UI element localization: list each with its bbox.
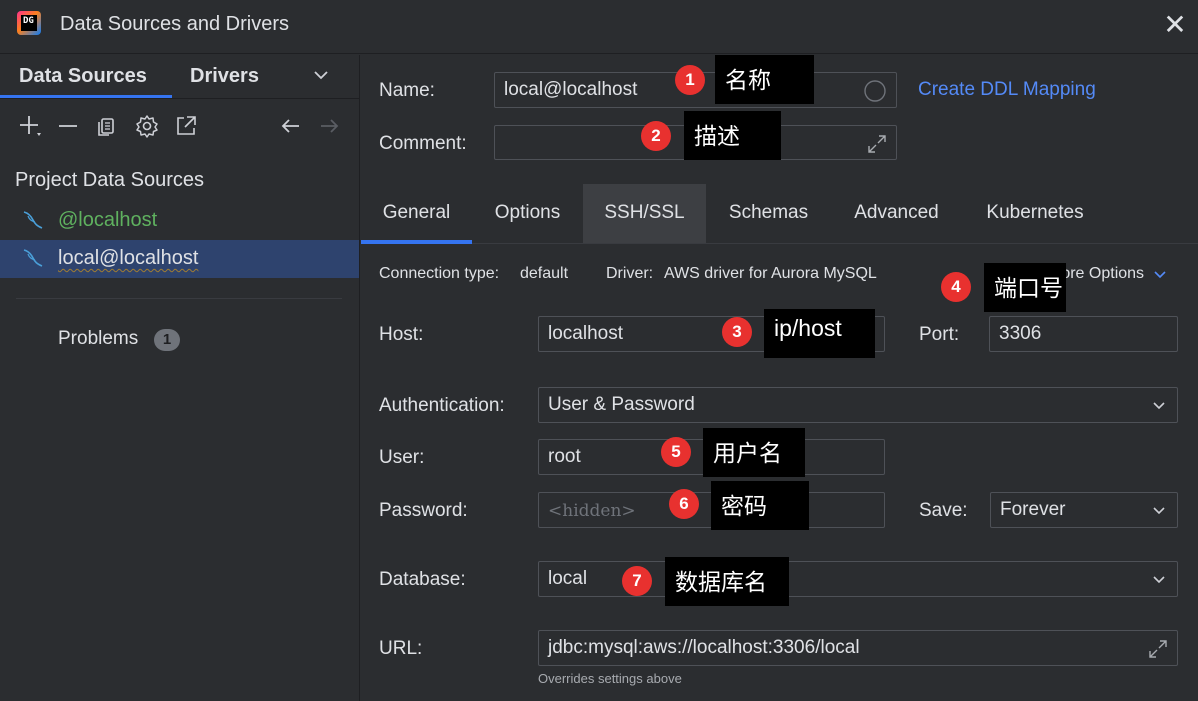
authentication-select[interactable]: User & Password bbox=[538, 387, 1178, 423]
color-picker-icon[interactable] bbox=[863, 79, 887, 109]
save-select[interactable]: Forever bbox=[990, 492, 1178, 528]
port-field[interactable]: 3306 bbox=[989, 316, 1178, 352]
chevron-down-icon[interactable] bbox=[311, 65, 331, 90]
url-hint: Overrides settings above bbox=[538, 671, 682, 686]
remove-icon[interactable] bbox=[55, 113, 81, 139]
data-source-item[interactable]: @localhost bbox=[0, 202, 359, 240]
annotation-label: 端口号 bbox=[984, 263, 1066, 312]
chevron-down-icon bbox=[1151, 568, 1167, 595]
mysql-icon bbox=[22, 210, 44, 230]
left-panel: Data Sources Drivers Project Data Source… bbox=[0, 55, 360, 701]
problems-count-badge: 1 bbox=[154, 329, 180, 351]
tab-bar: General Options SSH/SSL Schemas Advanced… bbox=[361, 184, 1198, 244]
title-bar: DG Data Sources and Drivers ✕ bbox=[0, 0, 1198, 54]
tab-options[interactable]: Options bbox=[472, 184, 583, 243]
host-label: Host: bbox=[379, 324, 424, 345]
copy-icon[interactable] bbox=[94, 113, 120, 139]
annotation-marker: 3 bbox=[722, 317, 752, 347]
annotation-marker: 2 bbox=[641, 121, 671, 151]
authentication-label: Authentication: bbox=[379, 395, 505, 416]
user-value: root bbox=[548, 446, 581, 467]
close-icon[interactable]: ✕ bbox=[1162, 10, 1188, 40]
database-label: Database: bbox=[379, 569, 466, 590]
tab-advanced[interactable]: Advanced bbox=[831, 184, 962, 243]
tab-general[interactable]: General bbox=[361, 184, 472, 243]
settings-icon[interactable] bbox=[134, 113, 160, 139]
expand-icon[interactable] bbox=[866, 133, 888, 155]
data-source-label: @localhost bbox=[58, 209, 158, 231]
tab-drivers[interactable]: Drivers bbox=[190, 65, 259, 88]
name-value: local@localhost bbox=[504, 79, 638, 100]
expand-icon[interactable] bbox=[1147, 638, 1169, 660]
annotation-label: 用户名 bbox=[703, 428, 805, 477]
annotation-marker: 7 bbox=[622, 566, 652, 596]
annotation-marker: 4 bbox=[941, 272, 971, 302]
data-source-label: local@localhost bbox=[58, 247, 199, 269]
chevron-down-icon bbox=[1153, 271, 1166, 278]
tab-ssh-ssl[interactable]: SSH/SSL bbox=[583, 184, 706, 243]
url-field[interactable]: jdbc:mysql:aws://localhost:3306/local bbox=[538, 630, 1178, 666]
driver-link[interactable]: AWS driver for Aurora MySQL bbox=[664, 265, 877, 283]
name-label: Name: bbox=[379, 80, 435, 101]
back-arrow-icon[interactable] bbox=[278, 113, 304, 139]
annotation-label: 密码 bbox=[711, 481, 809, 530]
annotation-marker: 1 bbox=[675, 65, 705, 95]
forward-arrow-icon bbox=[316, 113, 342, 139]
tab-kubernetes[interactable]: Kubernetes bbox=[962, 184, 1108, 243]
annotation-label: 数据库名 bbox=[665, 557, 789, 606]
annotation-label: 描述 bbox=[684, 111, 781, 160]
connection-type-link[interactable]: default bbox=[520, 265, 568, 283]
divider bbox=[16, 298, 342, 299]
tab-schemas[interactable]: Schemas bbox=[706, 184, 831, 243]
mysql-icon bbox=[22, 248, 44, 268]
connection-type-label: Connection type: bbox=[379, 265, 500, 282]
window-title: Data Sources and Drivers bbox=[60, 13, 289, 35]
port-value: 3306 bbox=[999, 323, 1042, 344]
save-label: Save: bbox=[919, 500, 968, 521]
create-ddl-mapping-link[interactable]: Create DDL Mapping bbox=[918, 79, 1096, 101]
add-icon[interactable] bbox=[17, 113, 43, 139]
comment-label: Comment: bbox=[379, 133, 467, 154]
host-value: localhost bbox=[548, 323, 623, 344]
tab-data-sources[interactable]: Data Sources bbox=[19, 65, 147, 88]
chevron-down-icon bbox=[1151, 394, 1167, 421]
problems-link[interactable]: Problems bbox=[58, 328, 138, 350]
url-label: URL: bbox=[379, 638, 423, 659]
data-source-item-selected[interactable]: local@localhost bbox=[0, 240, 359, 278]
annotation-label: 名称 bbox=[715, 55, 814, 104]
app-icon: DG bbox=[17, 11, 41, 35]
password-placeholder: <hidden> bbox=[548, 501, 636, 521]
authentication-value: User & Password bbox=[548, 394, 695, 415]
export-icon[interactable] bbox=[173, 113, 199, 139]
annotation-label: ip/host bbox=[764, 309, 875, 358]
annotation-marker: 6 bbox=[669, 489, 699, 519]
active-tab-indicator bbox=[361, 240, 472, 244]
database-value: local bbox=[548, 568, 588, 589]
password-label: Password: bbox=[379, 500, 468, 521]
section-title: Project Data Sources bbox=[15, 169, 204, 191]
save-value: Forever bbox=[1000, 499, 1066, 520]
port-label: Port: bbox=[919, 324, 960, 345]
chevron-down-icon bbox=[1151, 499, 1167, 526]
driver-label: Driver: bbox=[606, 265, 654, 282]
url-value: jdbc:mysql:aws://localhost:3306/local bbox=[548, 637, 860, 658]
annotation-marker: 5 bbox=[661, 437, 691, 467]
user-label: User: bbox=[379, 447, 425, 468]
divider bbox=[0, 98, 360, 99]
